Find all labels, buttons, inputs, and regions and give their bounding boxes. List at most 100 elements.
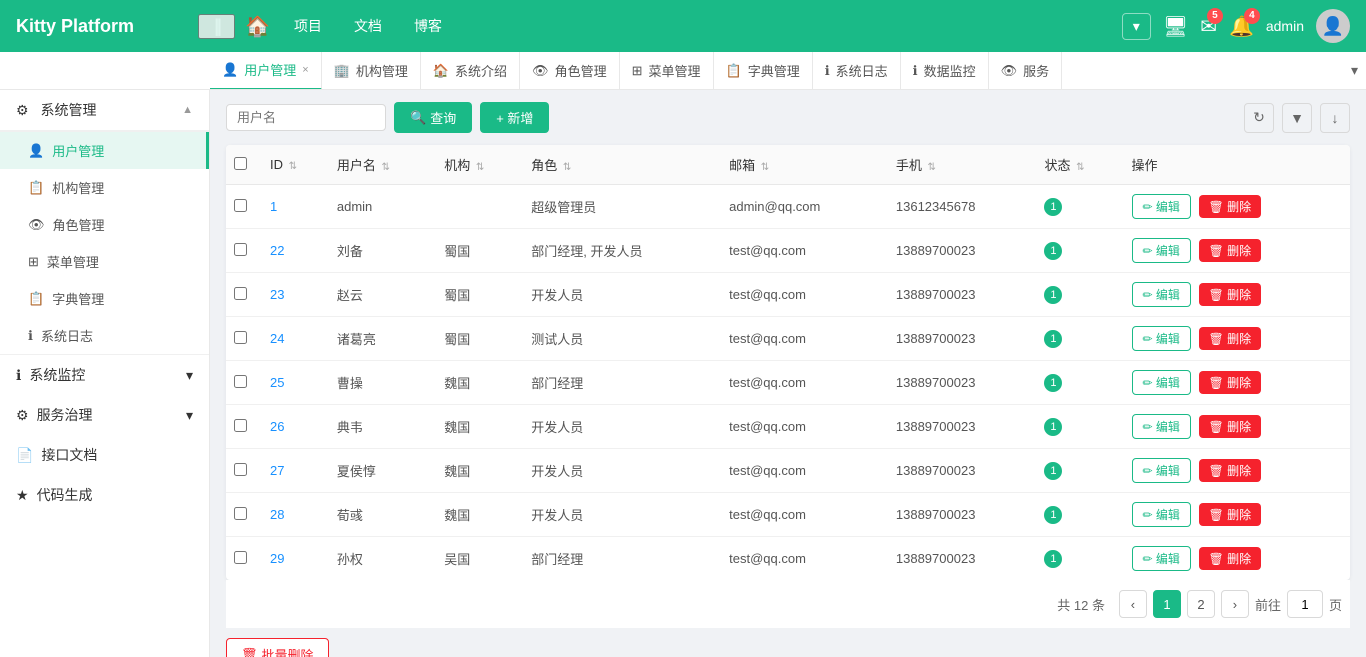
refresh-button[interactable]: ↻ [1244,103,1274,133]
goto-input[interactable] [1287,590,1323,618]
row-phone-6: 13889700023 [888,449,1037,493]
sidebar-item-service-gov[interactable]: ⚙ 服务治理 ▾ [0,395,209,435]
tab-sys-log[interactable]: ℹ 系统日志 [813,52,901,90]
prev-page-button[interactable]: ‹ [1119,590,1147,618]
tab-dict-management[interactable]: 📋 字典管理 [714,52,813,90]
delete-button-1[interactable]: 🗑 删除 [1199,239,1262,262]
row-checkbox-8[interactable] [234,551,247,564]
sidebar-item-user-management[interactable]: 👤 用户管理 [0,132,209,169]
sidebar-item-code-gen[interactable]: ★ 代码生成 [0,475,209,515]
delete-button-0[interactable]: 🗑 删除 [1199,195,1262,218]
row-checkbox-3[interactable] [234,331,247,344]
org-icon: 📋 [28,180,44,196]
tab-service[interactable]: 👁 服务 [989,52,1063,90]
row-checkbox-5[interactable] [234,419,247,432]
row-id-2[interactable]: 23 [270,287,284,302]
row-org-3: 蜀国 [436,317,523,361]
delete-button-3[interactable]: 🗑 删除 [1199,327,1262,350]
edit-button-0[interactable]: ✏ 编辑 [1132,194,1191,219]
delete-button-5[interactable]: 🗑 删除 [1199,415,1262,438]
monitor-button[interactable]: 🖥 [1163,14,1188,39]
row-id-6[interactable]: 27 [270,463,284,478]
batch-delete-button[interactable]: 🗑 批量删除 [226,638,329,657]
search-input[interactable] [226,104,386,131]
avatar[interactable]: 👤 [1316,9,1350,43]
edit-button-2[interactable]: ✏ 编辑 [1132,282,1191,307]
sidebar-item-org-management[interactable]: 📋 机构管理 [0,169,209,206]
sidebar-item-menu-management[interactable]: ⊞ 菜单管理 [0,243,209,280]
home-button[interactable]: 🏠 [235,14,280,39]
header-right: ▾ 🖥 ✉ 5 🔔 4 admin 👤 [1122,9,1366,43]
tab-menu-management[interactable]: ⊞ 菜单管理 [620,52,714,90]
row-id-4[interactable]: 25 [270,375,284,390]
sidebar-toggle-button[interactable]: ||| [198,14,235,39]
row-id-3[interactable]: 24 [270,331,284,346]
tab-label-intro: 系统介绍 [455,61,507,80]
nav-item-blog[interactable]: 博客 [400,10,456,42]
delete-button-7[interactable]: 🗑 删除 [1199,503,1262,526]
new-button[interactable]: + 新增 [480,102,549,133]
edit-button-5[interactable]: ✏ 编辑 [1132,414,1191,439]
nav-item-project[interactable]: 项目 [280,10,336,42]
query-button[interactable]: 🔍 查询 [394,102,472,133]
edit-button-3[interactable]: ✏ 编辑 [1132,326,1191,351]
tab-bar: 👤 用户管理 × 🏢 机构管理 🏠 系统介绍 👁 角色管理 ⊞ 菜单管理 📋 字… [0,52,1366,90]
dropdown-button[interactable]: ▾ [1122,13,1151,40]
row-id-8[interactable]: 29 [270,551,284,566]
sidebar-item-sys-log[interactable]: ℹ 系统日志 [0,317,209,354]
tab-label-dict: 字典管理 [748,61,800,80]
sidebar-item-role-management[interactable]: 👁 角色管理 [0,206,209,243]
delete-button-6[interactable]: 🗑 删除 [1199,459,1262,482]
row-org-5: 魏国 [436,405,523,449]
sidebar: ⚙ 系统管理 ▲ 👤 用户管理 📋 机构管理 👁 角色管理 ⊞ 菜单管理 📋 字… [0,90,210,657]
row-checkbox-2[interactable] [234,287,247,300]
row-status-5: 1 [1044,418,1062,436]
export-button[interactable]: ↓ [1320,103,1350,133]
row-checkbox-7[interactable] [234,507,247,520]
bell-button[interactable]: 🔔 4 [1229,14,1254,39]
edit-button-8[interactable]: ✏ 编辑 [1132,546,1191,571]
row-email-2: test@qq.com [721,273,888,317]
edit-button-4[interactable]: ✏ 编辑 [1132,370,1191,395]
row-id-0[interactable]: 1 [270,199,277,214]
table-row: 24 诸葛亮 蜀国 测试人员 test@qq.com 13889700023 1… [226,317,1350,361]
tab-data-monitor[interactable]: ℹ 数据监控 [901,52,989,90]
page-2-button[interactable]: 2 [1187,590,1215,618]
delete-button-2[interactable]: 🗑 删除 [1199,283,1262,306]
tab-scroll-arrow[interactable]: ▾ [1343,62,1366,79]
sidebar-item-label-menu: 菜单管理 [47,252,99,271]
filter-button[interactable]: ▼ [1282,103,1312,133]
sidebar-item-sys-monitor[interactable]: ℹ 系统监控 ▾ [0,355,209,395]
app-logo: Kitty Platform [0,16,198,37]
tab-org-management[interactable]: 🏢 机构管理 [322,52,421,90]
row-phone-5: 13889700023 [888,405,1037,449]
tab-sys-intro[interactable]: 🏠 系统介绍 [421,52,520,90]
select-all-checkbox[interactable] [234,157,247,170]
sidebar-item-api-docs[interactable]: 📄 接口文档 [0,435,209,475]
row-id-7[interactable]: 28 [270,507,284,522]
row-id-1[interactable]: 22 [270,243,284,258]
delete-button-4[interactable]: 🗑 删除 [1199,371,1262,394]
tab-close-user[interactable]: × [302,64,308,76]
edit-button-6[interactable]: ✏ 编辑 [1132,458,1191,483]
row-checkbox-6[interactable] [234,463,247,476]
sidebar-item-dict-management[interactable]: 📋 字典管理 [0,280,209,317]
tab-user-management[interactable]: 👤 用户管理 × [210,52,322,90]
mail-button[interactable]: ✉ 5 [1200,14,1217,39]
row-id-5[interactable]: 26 [270,419,284,434]
sidebar-group-sys-management[interactable]: ⚙ 系统管理 ▲ [0,90,209,131]
delete-button-8[interactable]: 🗑 删除 [1199,547,1262,570]
row-checkbox-1[interactable] [234,243,247,256]
row-email-4: test@qq.com [721,361,888,405]
row-email-8: test@qq.com [721,537,888,581]
edit-button-1[interactable]: ✏ 编辑 [1132,238,1191,263]
edit-button-7[interactable]: ✏ 编辑 [1132,502,1191,527]
next-page-button[interactable]: › [1221,590,1249,618]
page-1-button[interactable]: 1 [1153,590,1181,618]
nav-item-docs[interactable]: 文档 [340,10,396,42]
tab-role-management[interactable]: 👁 角色管理 [520,52,620,90]
col-email: 邮箱 ⇅ [721,145,888,185]
row-checkbox-4[interactable] [234,375,247,388]
row-checkbox-0[interactable] [234,199,247,212]
tab-icon-dict: 📋 [726,63,742,79]
